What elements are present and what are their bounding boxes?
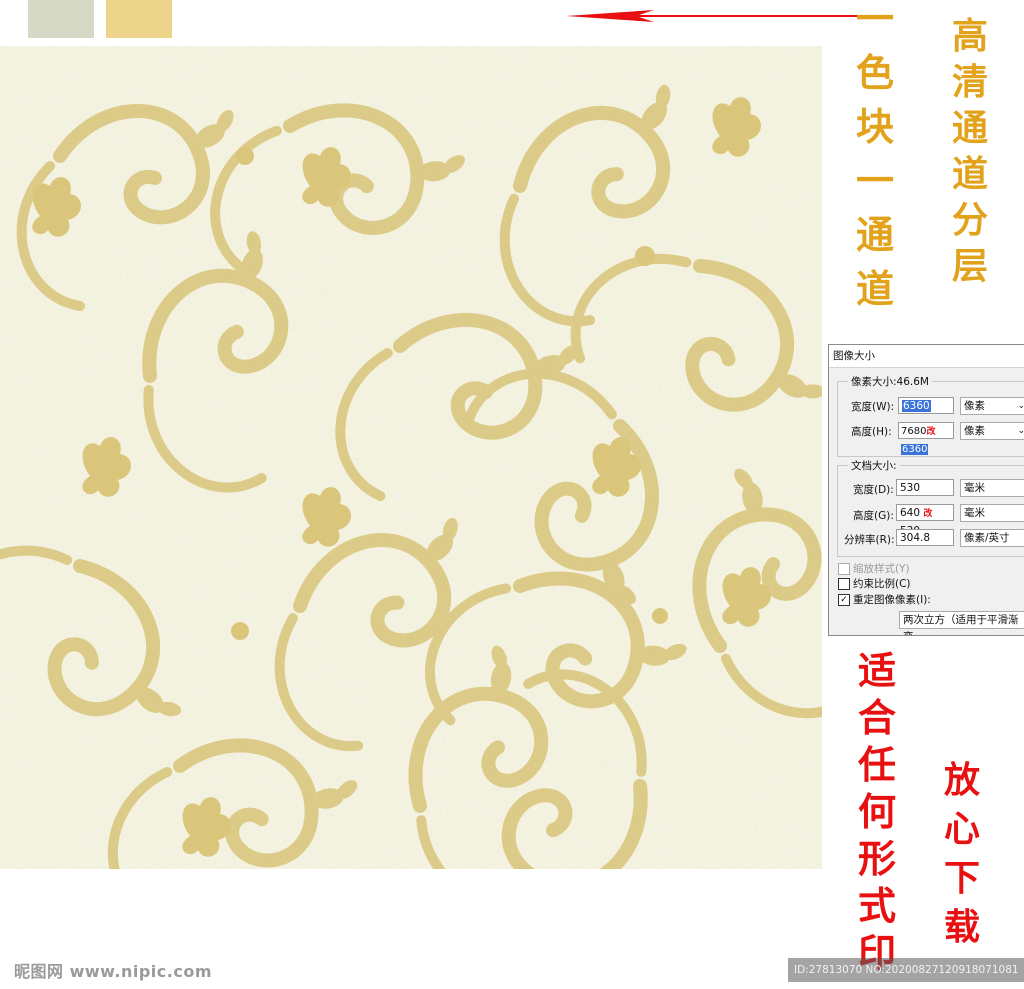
scale-styles-checkbox[interactable]: 缩放样式(Y) — [838, 561, 910, 576]
tagline-char: 分 — [952, 199, 989, 241]
pixel-dimensions-group: 像素大小:46.6M — [837, 374, 1024, 457]
tagline-char: 任 — [858, 742, 897, 787]
tagline-download-safely: 放 心 下 载 — [944, 762, 980, 958]
doc-height-old-value: 640 — [900, 507, 921, 519]
constrain-proportions-label: 约束比例(C) — [853, 578, 911, 590]
tagline-one-color-one-channel: 一 色 块 一 通 道 — [856, 0, 894, 324]
tagline-char: 心 — [944, 808, 981, 850]
tagline-char: 放 — [944, 759, 981, 801]
doc-height-label: 高度(G): — [853, 510, 894, 522]
pixel-width-unit: 像素 — [964, 400, 985, 412]
pixel-width-unit-select[interactable]: 像素 ⌄ — [960, 397, 1024, 415]
tagline-char: 块 — [856, 104, 895, 149]
doc-height-unit-select[interactable]: 毫米 — [960, 504, 1024, 522]
resolution-value: 304.8 — [900, 532, 931, 544]
resolution-unit: 像素/英寸 — [964, 532, 1010, 544]
image-size-dialog: 图像大小 像素大小:46.6M 宽度(W): 6360 像素 ⌄ 高度(H): 7… — [828, 344, 1024, 636]
resolution-unit-select[interactable]: 像素/英寸 — [960, 529, 1024, 547]
dialog-title: 图像大小 — [829, 345, 1024, 368]
doc-height-unit: 毫米 — [964, 507, 985, 519]
tagline-any-print: 适 合 任 何 形 式 印 — [858, 652, 896, 981]
tagline-char: 下 — [944, 857, 981, 899]
image-id-bar: ID:27813070 NO:20200827120918071081 — [788, 958, 1024, 982]
tagline-char: 合 — [858, 695, 897, 740]
checkbox-box — [838, 577, 850, 590]
doc-width-unit: 毫米 — [964, 482, 985, 494]
tagline-char: 高 — [952, 15, 989, 57]
pixel-dimensions-label: 像素大小:46.6M — [848, 374, 932, 389]
width-label: 宽度(W): — [851, 401, 895, 413]
resolution-label: 分辨率(R): — [844, 534, 895, 546]
doc-width-value: 530 — [900, 482, 921, 494]
doc-height-input[interactable]: 640 改 530 — [896, 504, 954, 537]
tagline-char: 载 — [944, 906, 981, 948]
pixel-height-unit: 像素 — [964, 425, 985, 437]
tagline-char: 形 — [858, 836, 897, 881]
tagline-char: 色 — [856, 50, 895, 95]
constrain-proportions-checkbox[interactable]: 约束比例(C) — [838, 576, 911, 591]
tagline-char: 何 — [858, 789, 897, 834]
resample-image-label: 重定图像像素(I): — [853, 594, 931, 606]
tagline-char: 层 — [952, 245, 989, 287]
resample-method-select[interactable]: 两次立方（适用于平滑渐变 — [899, 611, 1024, 635]
pixel-width-input[interactable]: 6360 — [898, 397, 954, 414]
pixel-height-unit-select[interactable]: 像素 ⌄ — [960, 422, 1024, 440]
tagline-hd-channel-layers: 高 清 通 道 分 层 — [952, 18, 988, 294]
checkbox-box — [838, 562, 850, 575]
resolution-input[interactable]: 304.8 — [896, 529, 954, 546]
check-icon: ✓ — [838, 593, 850, 606]
pixel-height-new-value: 6360 — [901, 444, 929, 455]
tagline-char: 一 — [856, 158, 895, 203]
tagline-char: 一 — [856, 0, 895, 41]
color-swatch-gold — [106, 0, 172, 38]
color-swatch-light — [28, 0, 94, 38]
doc-width-label: 宽度(D): — [853, 484, 894, 496]
chevron-down-icon: ⌄ — [1017, 423, 1024, 440]
tagline-char: 清 — [952, 61, 989, 103]
scale-styles-label: 缩放样式(Y) — [853, 563, 910, 575]
resample-method-value: 两次立方（适用于平滑渐变 — [903, 614, 1019, 635]
height-label: 高度(H): — [851, 426, 892, 438]
edit-mark: 改 — [926, 427, 936, 437]
tagline-char: 通 — [856, 212, 895, 257]
edit-mark: 改 — [923, 509, 933, 519]
document-size-label: 文档大小: — [848, 458, 900, 473]
pixel-width-value: 6360 — [902, 400, 931, 412]
site-watermark: 昵图网 www.nipic.com — [14, 962, 212, 981]
pixel-height-input[interactable]: 7680改 6360 — [898, 422, 954, 455]
tagline-char: 道 — [856, 266, 895, 311]
damask-pattern-image — [0, 46, 822, 869]
tagline-char: 道 — [952, 153, 989, 195]
doc-width-unit-select[interactable]: 毫米 — [960, 479, 1024, 497]
red-arrow-icon — [566, 10, 862, 22]
chevron-down-icon: ⌄ — [1017, 398, 1024, 415]
tagline-char: 式 — [858, 883, 897, 928]
tagline-char: 适 — [858, 648, 897, 693]
tagline-char: 通 — [952, 107, 989, 149]
doc-width-input[interactable]: 530 — [896, 479, 954, 496]
resample-image-checkbox[interactable]: ✓ 重定图像像素(I): — [838, 592, 931, 607]
pixel-height-old-value: 7680 — [901, 426, 927, 437]
